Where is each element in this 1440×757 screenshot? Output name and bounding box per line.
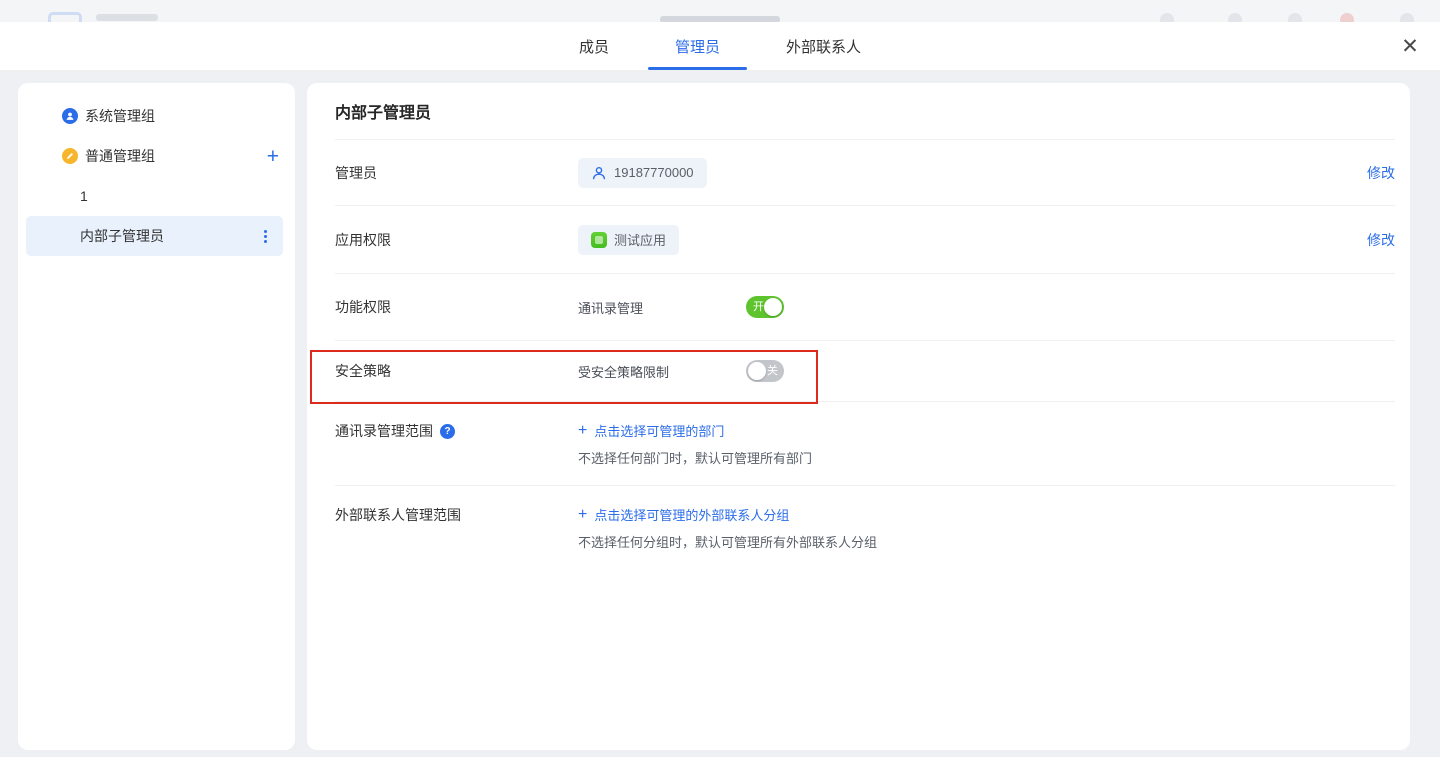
user-badge-icon [62, 108, 78, 124]
person-icon [591, 165, 607, 181]
security-policy-text: 受安全策略限制 [578, 362, 746, 381]
select-external-groups-label: 点击选择可管理的外部联系人分组 [594, 505, 789, 524]
toggle-off-label: 关 [767, 360, 778, 382]
plus-icon: + [578, 423, 587, 439]
app-name: 测试应用 [614, 230, 666, 249]
row-external-scope: 外部联系人管理范围 + 点击选择可管理的外部联系人分组 不选择任何分组时，默认可… [335, 486, 1395, 578]
row-security-policy: 安全策略 受安全策略限制 关 [335, 341, 1395, 402]
sidebar-item-normal-admin-group[interactable]: 普通管理组 + [18, 136, 295, 176]
row-label: 应用权限 [335, 230, 578, 250]
background-avatar [1340, 13, 1354, 22]
contacts-scope-hint: 不选择任何部门时，默认可管理所有部门 [578, 448, 812, 467]
background-toolbar-icon [1228, 13, 1242, 22]
row-administrator: 管理员 19187770000 修改 [335, 140, 1395, 206]
admin-detail-panel: 内部子管理员 管理员 19187770000 修改 应用权限 测试应用 修改 [307, 83, 1410, 750]
close-icon[interactable]: ✕ [1396, 32, 1424, 60]
sidebar-item-label: 内部子管理员 [80, 226, 164, 246]
row-label: 通讯录管理范围 ? [335, 421, 578, 441]
row-label: 安全策略 [335, 361, 578, 381]
row-label-text: 通讯录管理范围 [335, 421, 433, 441]
row-feature-permission: 功能权限 通讯录管理 开 [335, 274, 1395, 341]
select-departments-label: 点击选择可管理的部门 [594, 421, 724, 440]
external-scope-hint: 不选择任何分组时，默认可管理所有外部联系人分组 [578, 532, 877, 551]
toggle-on-label: 开 [753, 296, 764, 318]
dimmed-background-page [0, 0, 1440, 22]
sidebar-item-label: 系统管理组 [85, 106, 155, 126]
background-logo [48, 12, 82, 22]
sidebar-item-label: 1 [80, 188, 88, 204]
plus-icon: + [578, 507, 587, 523]
admin-phone: 19187770000 [614, 165, 694, 180]
sidebar-item-internal-sub-admin[interactable]: 内部子管理员 [26, 216, 283, 256]
dialog-header: 成员 管理员 外部联系人 ✕ [0, 22, 1440, 71]
row-label: 功能权限 [335, 297, 578, 317]
background-toolbar-icon [1400, 13, 1414, 22]
app-icon [591, 232, 607, 248]
admin-groups-sidebar: 系统管理组 普通管理组 + 1 内部子管理员 [18, 83, 295, 750]
row-contacts-scope: 通讯录管理范围 ? + 点击选择可管理的部门 不选择任何部门时，默认可管理所有部… [335, 402, 1395, 486]
contacts-management-toggle-on[interactable]: 开 [746, 296, 784, 318]
add-admin-group-icon[interactable]: + [267, 146, 279, 167]
sidebar-item-label: 普通管理组 [85, 146, 155, 166]
pencil-badge-icon [62, 148, 78, 164]
background-toolbar-icon [1288, 13, 1302, 22]
row-app-permission: 应用权限 测试应用 修改 [335, 206, 1395, 274]
modify-admin-link[interactable]: 修改 [1367, 163, 1395, 183]
sidebar-item-group-1[interactable]: 1 [18, 176, 295, 216]
select-external-groups-link[interactable]: + 点击选择可管理的外部联系人分组 [578, 505, 877, 524]
feature-name: 通讯录管理 [578, 298, 746, 317]
help-icon[interactable]: ? [440, 424, 455, 439]
tab-external-contacts[interactable]: 外部联系人 [786, 22, 861, 70]
admin-user-tag: 19187770000 [578, 158, 707, 188]
page-title: 内部子管理员 [335, 83, 1395, 140]
background-text-placeholder [96, 14, 158, 21]
app-tag: 测试应用 [578, 225, 679, 255]
select-departments-link[interactable]: + 点击选择可管理的部门 [578, 421, 812, 440]
background-toolbar-icon [1160, 13, 1174, 22]
tab-members[interactable]: 成员 [579, 22, 609, 70]
tab-administrators[interactable]: 管理员 [675, 22, 720, 70]
row-label: 管理员 [335, 163, 578, 183]
more-options-icon[interactable] [261, 227, 270, 246]
modify-app-link[interactable]: 修改 [1367, 230, 1395, 250]
row-label: 外部联系人管理范围 [335, 505, 578, 525]
toggle-knob [764, 298, 782, 316]
sidebar-item-system-admin-group[interactable]: 系统管理组 [18, 96, 295, 136]
dialog-tabs: 成员 管理员 外部联系人 [546, 22, 894, 70]
security-policy-toggle-off[interactable]: 关 [746, 360, 784, 382]
toggle-knob [748, 362, 766, 380]
